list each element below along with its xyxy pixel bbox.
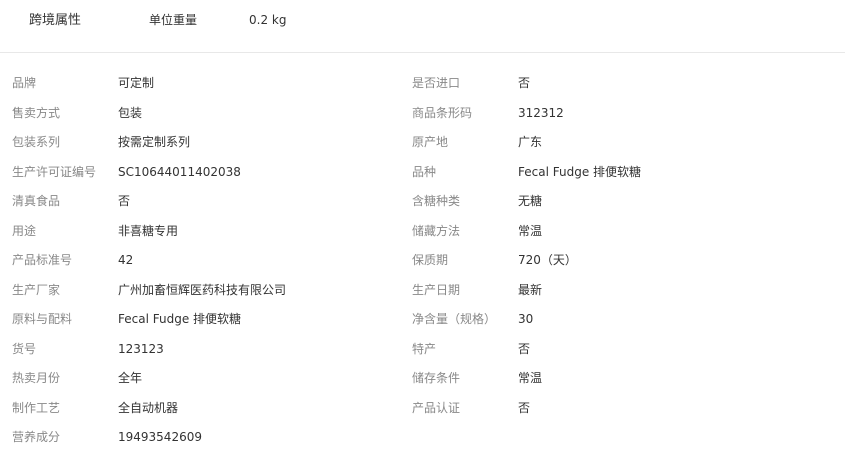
attribute-label: 品种 [412, 164, 437, 179]
unit-weight-label: 单位重量 [149, 13, 198, 27]
attribute-row: 生产厂家 广州加畜恒辉医药科技有限公司 生产日期 最新 [0, 276, 845, 306]
attribute-label: 产品标准号 [12, 253, 73, 267]
attribute-label: 原产地 [412, 135, 449, 149]
attribute-label: 生产许可证编号 [12, 164, 97, 179]
attribute-row: 用途 非喜糖专用 储藏方法 常温 [0, 217, 845, 247]
attribute-row: 原料与配料 Fecal Fudge 排便软糖 净含量（规格） 30 [0, 305, 845, 335]
attribute-value: 无糖 [518, 194, 543, 208]
attribute-row: 售卖方式 包装 商品条形码 312312 [0, 99, 845, 129]
attribute-value: 312312 [518, 105, 564, 120]
attribute-row: 生产许可证编号 SC10644011402038 品种 Fecal Fudge … [0, 158, 845, 188]
attribute-value: 最新 [518, 282, 543, 297]
attribute-value: 720（天） [518, 253, 577, 267]
attribute-row: 制作工艺 全自动机器 产品认证 否 [0, 394, 845, 424]
attribute-value: 广东 [518, 135, 543, 149]
attribute-value: 否 [518, 76, 531, 90]
attribute-label: 品牌 [12, 76, 37, 90]
attribute-label: 特产 [412, 341, 437, 356]
attribute-value: 否 [518, 400, 531, 415]
attribute-label: 商品条形码 [412, 105, 473, 120]
attribute-label: 储藏方法 [412, 223, 461, 238]
attribute-value: 常温 [518, 223, 543, 238]
attribute-row: 清真食品 否 含糖种类 无糖 [0, 187, 845, 217]
attribute-value: SC10644011402038 [118, 164, 241, 179]
attribute-label: 营养成分 [12, 430, 61, 444]
attribute-label: 是否进口 [412, 76, 461, 90]
attribute-grid: 品牌 可定制 是否进口 否 售卖方式 包装 商品条形码 312312 包装系列 … [0, 69, 845, 453]
attribute-value: 非喜糖专用 [118, 223, 179, 238]
attribute-value: 全年 [118, 371, 143, 385]
attribute-label: 热卖月份 [12, 371, 61, 385]
attribute-value: 可定制 [118, 76, 155, 90]
attribute-label: 售卖方式 [12, 105, 61, 120]
attribute-value: 广州加畜恒辉医药科技有限公司 [118, 282, 287, 297]
attribute-label: 制作工艺 [12, 400, 61, 415]
section-title: 跨境属性 [29, 13, 82, 28]
attribute-row: 营养成分 19493542609 [0, 423, 845, 453]
attribute-label: 净含量（规格） [412, 312, 497, 326]
attribute-value: 否 [118, 194, 131, 208]
attribute-label: 保质期 [412, 253, 449, 267]
attribute-row: 货号 123123 特产 否 [0, 335, 845, 365]
attribute-label: 生产日期 [412, 282, 461, 297]
cross-border-section: 跨境属性 单位重量 0.2 kg [0, 0, 845, 53]
attribute-value: 按需定制系列 [118, 135, 191, 149]
attribute-value: 常温 [518, 371, 543, 385]
attribute-label: 产品认证 [412, 400, 461, 415]
attribute-label: 储存条件 [412, 371, 461, 385]
attribute-value: Fecal Fudge 排便软糖 [518, 164, 642, 179]
attribute-label: 清真食品 [12, 194, 61, 208]
attribute-label: 原料与配料 [12, 312, 73, 326]
attribute-label: 生产厂家 [12, 282, 61, 297]
attribute-value: 包装 [118, 105, 143, 120]
attribute-row: 产品标准号 42 保质期 720（天） [0, 246, 845, 276]
attribute-label: 用途 [12, 223, 37, 238]
attribute-row: 品牌 可定制 是否进口 否 [0, 69, 845, 99]
attribute-value: 42 [118, 253, 134, 267]
attribute-row: 包装系列 按需定制系列 原产地 广东 [0, 128, 845, 158]
attribute-value: 全自动机器 [118, 400, 179, 415]
attribute-value: Fecal Fudge 排便软糖 [118, 312, 242, 326]
attribute-value: 否 [518, 341, 531, 356]
attribute-value: 19493542609 [118, 430, 202, 444]
unit-weight-value: 0.2 kg [249, 13, 287, 27]
attribute-value: 30 [518, 312, 534, 326]
attribute-label: 货号 [12, 341, 37, 356]
attribute-label: 含糖种类 [412, 194, 461, 208]
attribute-label: 包装系列 [12, 135, 61, 149]
attribute-value: 123123 [118, 341, 164, 356]
attribute-row: 热卖月份 全年 储存条件 常温 [0, 364, 845, 394]
